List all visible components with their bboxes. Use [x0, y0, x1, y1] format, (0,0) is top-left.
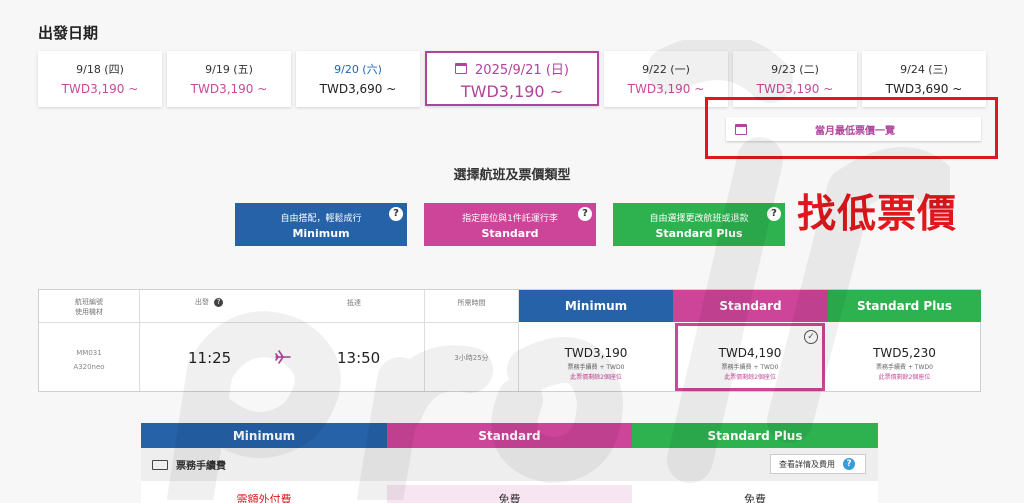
price-fee: 票務手續費 + TWD0	[876, 364, 933, 371]
help-icon[interactable]: ?	[767, 207, 781, 221]
price-cell-minimum[interactable]: TWD3,190 票務手續費 + TWD0 此票價剩餘2個座位	[519, 323, 673, 391]
fare-type-standard-plus[interactable]: 自由選擇更改航班或退款 Standard Plus ?	[613, 203, 785, 246]
fare-type-name: Minimum	[292, 227, 350, 240]
fare-type-name: Standard Plus	[655, 227, 743, 240]
compare-value-standard: 免費	[387, 485, 632, 503]
compare-header-standard: Standard	[387, 423, 632, 448]
departure-date-title: 出發日期	[38, 24, 99, 42]
compare-header-standard-plus: Standard Plus	[632, 423, 878, 448]
fare-comparison-table: Minimum Standard Standard Plus 票務手續費 查看詳…	[141, 423, 878, 503]
fare-type-name: Standard	[481, 227, 539, 240]
duration-header: 所需時間	[457, 299, 486, 307]
depart-header: 出發 ?	[139, 290, 279, 322]
ticket-icon	[152, 459, 168, 470]
flight-info: MM031 A320neo	[49, 346, 129, 374]
help-icon: ?	[843, 458, 855, 470]
seats-left: 此票價剩餘2個座位	[724, 374, 776, 381]
airplane-icon	[275, 350, 291, 364]
compare-value-standard-plus: 免費	[744, 493, 766, 503]
help-icon[interactable]: ?	[389, 207, 403, 221]
date-price: TWD3,190 ~	[460, 82, 564, 101]
date-card-0918[interactable]: 9/18 (四) TWD3,190 ~	[38, 51, 162, 107]
calendar-icon	[455, 63, 468, 74]
fare-header-standard: Standard	[673, 290, 828, 322]
price-amount: TWD3,190	[564, 346, 628, 360]
date-label: 9/19 (五)	[205, 63, 253, 76]
fare-type-minimum[interactable]: 自由搭配，輕鬆成行 Minimum ?	[235, 203, 407, 246]
annotation-text: 找低票價	[797, 192, 958, 237]
fare-type-desc: 指定座位與1件託運行李	[462, 214, 558, 224]
date-label: 9/20 (六)	[334, 63, 382, 76]
help-icon[interactable]: ?	[578, 207, 592, 221]
date-label: 9/18 (四)	[76, 63, 124, 76]
price-cell-standard-selected[interactable]: ✓ TWD4,190 票務手續費 + TWD0 此票價剩餘2個座位	[675, 323, 825, 391]
column-divider	[424, 290, 425, 391]
date-card-selected[interactable]: 2025/9/21 (日) TWD3,190 ~	[425, 51, 599, 106]
date-price: TWD3,190 ~	[190, 82, 268, 96]
price-fee: 票務手續費 + TWD0	[567, 364, 625, 371]
date-price: TWD3,690 ~	[885, 82, 963, 96]
selected-date-row: 2025/9/21 (日)	[427, 59, 597, 78]
compare-header-minimum: Minimum	[141, 423, 387, 448]
header-text: 出發	[194, 298, 209, 306]
arrive-time: 13:50	[337, 349, 381, 367]
date-card-0920[interactable]: 9/20 (六) TWD3,690 ~	[296, 51, 420, 107]
price-cell-standard-plus[interactable]: TWD5,230 票務手續費 + TWD0 此票價剩餘2個座位	[828, 323, 981, 391]
ticket-fee-label: 票務手續費	[176, 461, 226, 472]
header-text: 航班編號	[75, 298, 103, 306]
fare-type-desc: 自由選擇更改航班或退款	[649, 214, 749, 224]
monthly-lowest-fare-button[interactable]: 當月最低票價一覽	[726, 117, 981, 141]
flight-number-header: 航班編號 使用機材	[39, 290, 139, 322]
compare-value-minimum: 需額外付費	[236, 493, 292, 503]
date-label: 9/23 (二)	[771, 63, 819, 76]
view-details-button[interactable]: 查看詳情及費用 ?	[770, 454, 866, 474]
flight-table: 航班編號 使用機材 出發 ? 抵達 所需時間 Minimum Standard …	[38, 289, 981, 392]
fare-type-title: 選擇航班及票價類型	[453, 168, 571, 183]
fare-type-cards: 自由搭配，輕鬆成行 Minimum ? 指定座位與1件託運行李 Standard…	[235, 203, 785, 246]
depart-time: 11:25	[188, 349, 232, 367]
date-price: TWD3,190 ~	[61, 82, 139, 96]
date-label: 2025/9/21 (日)	[475, 63, 569, 78]
aircraft-type: A320neo	[73, 363, 105, 371]
fare-type-desc: 自由搭配，輕鬆成行	[280, 214, 362, 224]
ticket-fee-row-header: 票務手續費 查看詳情及費用 ?	[141, 448, 878, 481]
date-label: 9/22 (一)	[642, 63, 690, 76]
date-price: TWD3,190 ~	[756, 82, 834, 96]
flight-number: MM031	[76, 349, 102, 357]
row-divider	[39, 322, 518, 323]
flight-duration: 3小時25分	[454, 354, 489, 362]
date-price: TWD3,190 ~	[627, 82, 705, 96]
check-icon: ✓	[804, 330, 818, 344]
date-price: TWD3,690 ~	[319, 82, 397, 96]
monthly-lowest-fare-label: 當月最低票價一覽	[815, 125, 895, 137]
seats-left: 此票價剩餘2個座位	[570, 374, 622, 381]
fare-header-standard-plus: Standard Plus	[828, 290, 981, 322]
calendar-icon	[735, 123, 747, 135]
arrive-header: 抵達	[347, 299, 361, 307]
date-label: 9/24 (三)	[900, 63, 948, 76]
seats-left: 此票價剩餘2個座位	[878, 374, 931, 381]
header-text: 使用機材	[75, 308, 103, 316]
view-details-label: 查看詳情及費用	[779, 459, 835, 469]
price-amount: TWD4,190	[718, 346, 782, 360]
price-amount: TWD5,230	[873, 346, 936, 360]
date-card-0919[interactable]: 9/19 (五) TWD3,190 ~	[167, 51, 291, 107]
help-icon[interactable]: ?	[214, 298, 224, 307]
fare-header-minimum: Minimum	[519, 290, 673, 322]
fare-type-standard[interactable]: 指定座位與1件託運行李 Standard ?	[424, 203, 596, 246]
price-fee: 票務手續費 + TWD0	[721, 364, 779, 371]
column-divider	[139, 290, 140, 391]
